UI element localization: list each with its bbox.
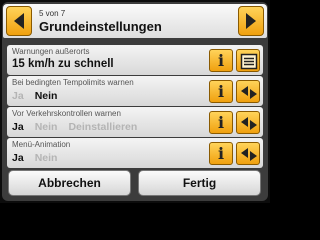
info-button[interactable]: i	[209, 142, 233, 165]
option-no[interactable]: Nein	[35, 121, 58, 133]
screen: 5 von 7 Grundeinstellungen Warnungen auß…	[0, 0, 270, 203]
info-icon: i	[217, 113, 225, 132]
toggle-arrows-icon	[241, 148, 257, 161]
option-no[interactable]: Nein	[35, 152, 58, 164]
setting-conditional-speed-limits: Bei bedingten Tempolimits warnen Ja Nein …	[7, 76, 263, 106]
option-uninstall[interactable]: Deinstallieren	[68, 121, 137, 133]
setting-label: Bei bedingten Tempolimits warnen	[12, 78, 134, 87]
page-title: Grundeinstellungen	[39, 19, 162, 34]
setting-menu-animation: Menü-Animation Ja Nein i	[7, 138, 263, 168]
setting-label: Warnungen außerorts	[12, 47, 90, 56]
list-icon	[240, 53, 258, 70]
toggle-arrows-icon	[241, 86, 257, 99]
setting-value: 15 km/h zu schnell	[12, 58, 114, 70]
toggle-option-button[interactable]	[236, 80, 260, 103]
option-no[interactable]: Nein	[35, 90, 58, 102]
done-button[interactable]: Fertig	[138, 170, 261, 196]
info-button[interactable]: i	[209, 49, 233, 72]
arrow-right-icon	[246, 13, 256, 29]
setting-label: Menü-Animation	[12, 140, 71, 149]
arrow-left-icon	[14, 13, 24, 29]
header: 5 von 7 Grundeinstellungen	[3, 4, 267, 38]
toggle-arrows-icon	[241, 117, 257, 130]
toggle-option-button[interactable]	[236, 111, 260, 134]
toggle-option-button[interactable]	[236, 142, 260, 165]
info-icon: i	[217, 51, 225, 70]
setting-speed-camera-warnings: Vor Verkehrskontrollen warnen Ja Nein Dein…	[7, 107, 263, 137]
page-indicator: 5 von 7	[39, 9, 66, 18]
option-yes[interactable]: Ja	[12, 152, 24, 164]
info-icon: i	[217, 144, 225, 163]
option-list: Ja Nein	[12, 152, 68, 164]
info-button[interactable]: i	[209, 80, 233, 103]
info-button[interactable]: i	[209, 111, 233, 134]
info-icon: i	[217, 82, 225, 101]
option-yes[interactable]: Ja	[12, 90, 24, 102]
setting-label: Vor Verkehrskontrollen warnen	[12, 109, 121, 118]
option-list: Ja Nein Deinstallieren	[12, 121, 148, 133]
edit-list-button[interactable]	[236, 49, 260, 72]
cancel-button[interactable]: Abbrechen	[8, 170, 131, 196]
setting-warnings-outside-town: Warnungen außerorts 15 km/h zu schnell i	[7, 45, 263, 75]
option-yes[interactable]: Ja	[12, 121, 24, 133]
next-page-button[interactable]	[238, 6, 264, 36]
previous-page-button[interactable]	[6, 6, 32, 36]
option-list: Ja Nein	[12, 90, 68, 102]
